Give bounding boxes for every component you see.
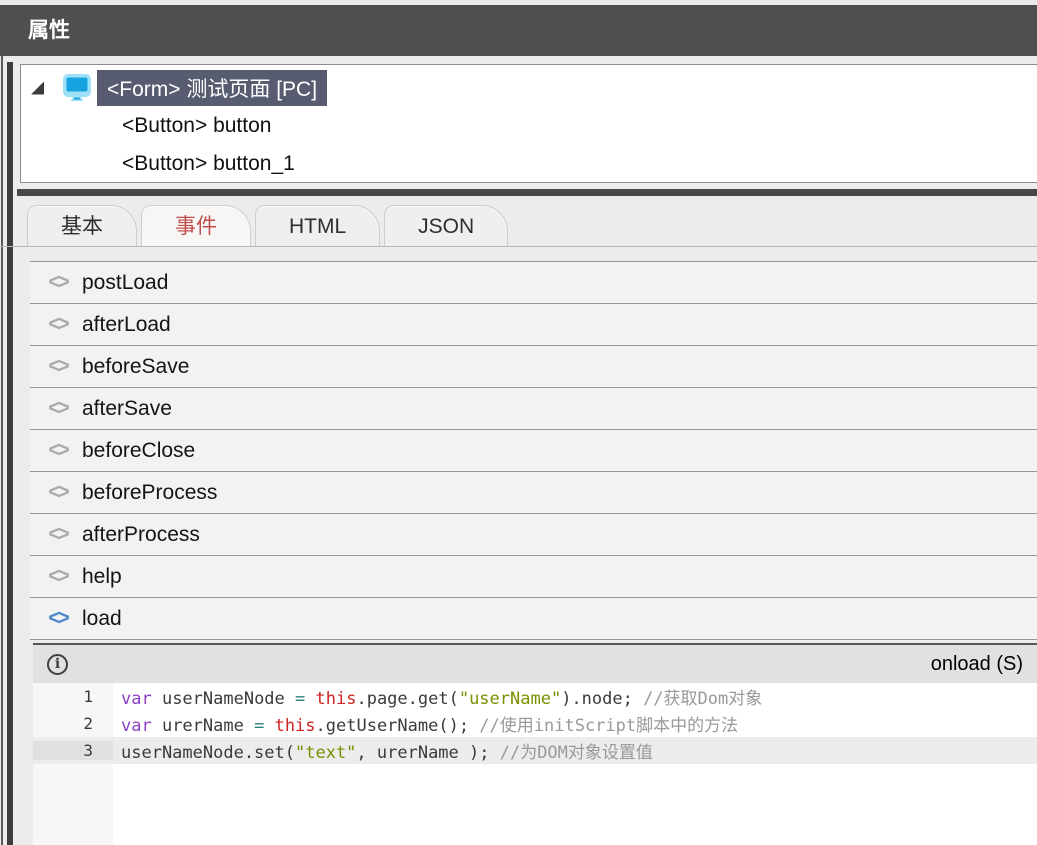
monitor-icon — [61, 73, 93, 103]
token-pl: .page.get( — [356, 689, 458, 709]
tree-expander-icon[interactable] — [31, 82, 44, 95]
component-tree: <Form> 测试页面 [PC] <Button> button <Button> … — [20, 64, 1037, 183]
event-label: help — [82, 565, 122, 589]
tree-item[interactable]: <Button> button — [21, 107, 1037, 145]
line-number: 2 — [33, 714, 113, 733]
token-pl: .getUserName(); — [316, 716, 480, 736]
token-pl — [264, 716, 274, 736]
token-pl: userNameNode — [152, 689, 295, 709]
event-label: beforeProcess — [82, 481, 217, 505]
code-brackets-icon: <> — [40, 354, 76, 378]
code-brackets-icon: <> — [40, 312, 76, 336]
token-th: this — [316, 689, 357, 709]
token-pl: , urerName ); — [356, 743, 499, 763]
event-row-postLoad[interactable]: <>postLoad — [30, 262, 1037, 304]
event-row-beforeClose[interactable]: <>beforeClose — [30, 430, 1037, 472]
code-brackets-icon: <> — [40, 396, 76, 420]
panel-resize-rail[interactable] — [7, 62, 13, 845]
line-number: 3 — [33, 741, 113, 760]
editor-title: onload (S) — [931, 653, 1037, 676]
code-brackets-icon: <> — [40, 270, 76, 294]
event-label: beforeSave — [82, 355, 189, 379]
code-text: var urerName = this.getUserName(); //使用i… — [113, 711, 738, 736]
token-pl: userNameNode.set( — [121, 743, 295, 763]
event-row-beforeProcess[interactable]: <>beforeProcess — [30, 472, 1037, 514]
token-kw: var — [121, 716, 152, 736]
token-op: = — [254, 716, 264, 736]
code-line[interactable]: 1var userNameNode = this.page.get("userN… — [33, 683, 1037, 710]
tab-html[interactable]: HTML — [255, 205, 380, 246]
panel-title: 属性 — [28, 19, 70, 42]
tab-基本[interactable]: 基本 — [27, 205, 137, 246]
code-brackets-icon: <> — [40, 606, 76, 630]
editor-header: i onload (S) — [33, 645, 1037, 683]
event-row-afterLoad[interactable]: <>afterLoad — [30, 304, 1037, 346]
token-kw: var — [121, 689, 152, 709]
tab-bar: 基本事件HTMLJSON — [0, 206, 1037, 247]
tree-item[interactable]: <Button> button_1 — [21, 145, 1037, 183]
token-cm: //使用initScript脚本中的方法 — [479, 716, 738, 736]
token-pl: urerName — [152, 716, 254, 736]
event-label: postLoad — [82, 271, 168, 295]
event-label: load — [82, 607, 122, 631]
token-cm: //获取Dom对象 — [643, 689, 762, 709]
event-label: afterSave — [82, 397, 172, 421]
event-list: <>postLoad<>afterLoad<>beforeSave<>after… — [30, 261, 1037, 640]
code-brackets-icon: <> — [40, 438, 76, 462]
code-text: var userNameNode = this.page.get("userNa… — [113, 684, 762, 709]
token-op: = — [295, 689, 305, 709]
code-brackets-icon: <> — [40, 564, 76, 588]
properties-header: 属性 — [0, 5, 1037, 56]
tab-事件[interactable]: 事件 — [141, 205, 251, 246]
panel-left-border — [1, 56, 3, 845]
code-editor: i onload (S) 1var userNameNode = this.pa… — [33, 643, 1037, 845]
tree-item-label[interactable]: <Form> 测试页面 [PC] — [97, 70, 327, 106]
code-line[interactable]: 3userNameNode.set("text", urerName ); //… — [33, 737, 1037, 764]
event-label: afterProcess — [82, 523, 200, 547]
token-str: "userName" — [459, 689, 561, 709]
code-area[interactable]: 1var userNameNode = this.page.get("userN… — [33, 683, 1037, 845]
event-row-afterProcess[interactable]: <>afterProcess — [30, 514, 1037, 556]
token-pl: ).node; — [561, 689, 643, 709]
tree-item-label[interactable]: <Button> button — [116, 112, 277, 140]
code-text: userNameNode.set("text", urerName ); //为… — [113, 738, 653, 763]
event-label: beforeClose — [82, 439, 195, 463]
tree-item-label[interactable]: <Button> button_1 — [116, 150, 301, 178]
code-brackets-icon: <> — [40, 480, 76, 504]
event-label: afterLoad — [82, 313, 171, 337]
tree-item[interactable]: <Form> 测试页面 [PC] — [21, 69, 1037, 107]
tab-json[interactable]: JSON — [384, 205, 508, 246]
code-brackets-icon: <> — [40, 522, 76, 546]
event-row-load[interactable]: <>load — [30, 598, 1037, 640]
event-row-beforeSave[interactable]: <>beforeSave — [30, 346, 1037, 388]
line-number: 1 — [33, 687, 113, 706]
token-str: "text" — [295, 743, 356, 763]
code-line[interactable]: 2var urerName = this.getUserName(); //使用… — [33, 710, 1037, 737]
token-cm: //为DOM对象设置值 — [500, 743, 653, 763]
token-th: this — [275, 716, 316, 736]
token-pl — [305, 689, 315, 709]
tree-splitter[interactable] — [17, 189, 1037, 196]
info-icon[interactable]: i — [47, 654, 68, 675]
event-row-afterSave[interactable]: <>afterSave — [30, 388, 1037, 430]
event-row-help[interactable]: <>help — [30, 556, 1037, 598]
